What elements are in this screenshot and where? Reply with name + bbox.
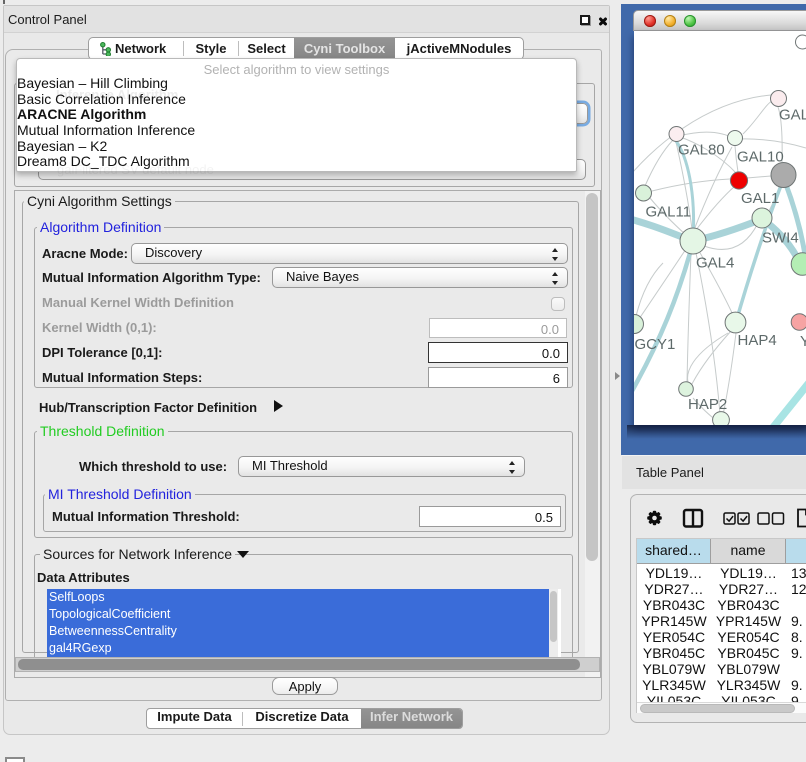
svg-text:GAL1: GAL1 <box>741 190 779 207</box>
svg-text:GAL10: GAL10 <box>737 149 784 166</box>
svg-text:GCY1: GCY1 <box>635 336 676 353</box>
svg-text:HAP4: HAP4 <box>738 332 777 349</box>
svg-text:GAL80: GAL80 <box>678 142 725 159</box>
svg-text:GAL4: GAL4 <box>696 255 734 272</box>
svg-text:GAL2: GAL2 <box>779 107 806 124</box>
svg-text:HAP2: HAP2 <box>688 396 727 413</box>
svg-text:GAL11: GAL11 <box>646 204 692 221</box>
svg-text:SWI4: SWI4 <box>762 230 799 247</box>
svg-text:Y: Y <box>800 333 806 350</box>
